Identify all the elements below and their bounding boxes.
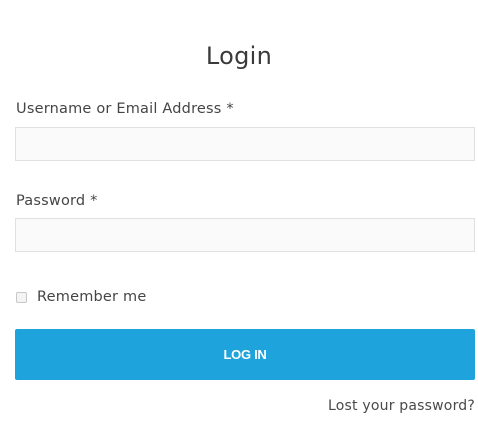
remember-me-row[interactable]: Remember me xyxy=(16,287,146,307)
remember-me-label[interactable]: Remember me xyxy=(37,289,146,305)
username-label: Username or Email Address * xyxy=(16,101,234,117)
login-button[interactable]: LOG IN xyxy=(15,329,475,380)
lost-password-link[interactable]: Lost your password? xyxy=(328,398,475,414)
password-input[interactable] xyxy=(15,218,475,252)
page-title: Login xyxy=(205,42,273,70)
login-form: Login Username or Email Address * Passwo… xyxy=(0,0,478,421)
remember-me-checkbox[interactable] xyxy=(16,291,27,303)
username-input[interactable] xyxy=(15,127,475,161)
password-label: Password * xyxy=(16,193,98,209)
